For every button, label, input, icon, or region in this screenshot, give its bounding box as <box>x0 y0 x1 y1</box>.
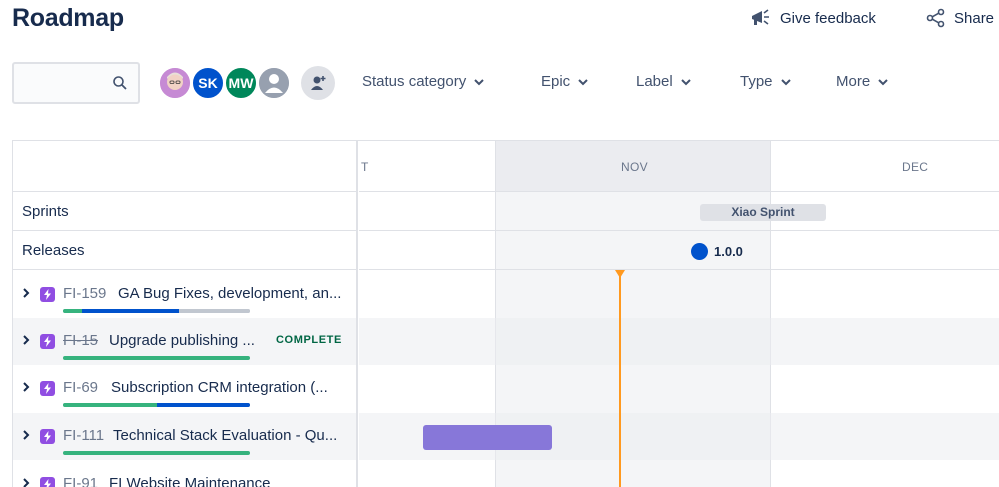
filter-status-category-label: Status category <box>362 73 467 90</box>
share-button[interactable]: Share <box>926 8 994 28</box>
chevron-down-icon <box>878 78 888 85</box>
avatar-initials: SK <box>198 75 218 91</box>
issue-key[interactable]: FI-69 <box>63 379 98 396</box>
releases-label: Releases <box>22 242 85 259</box>
avatar-sk[interactable]: SK <box>191 66 225 100</box>
sprints-row[interactable]: Sprints <box>13 192 356 231</box>
issue-key[interactable]: FI-111 <box>63 427 104 444</box>
epic-icon <box>40 477 55 487</box>
issue-row-fi-91[interactable]: FI-91 FI Website Maintenance <box>13 461 356 487</box>
timeline-row <box>359 365 999 412</box>
timeline-area: T NOV DEC Xiao Sprint 1.0.0 <box>359 141 999 487</box>
filter-more[interactable]: More <box>836 73 888 90</box>
issue-key[interactable]: FI-159 <box>63 285 106 302</box>
timeline-row <box>359 271 999 318</box>
progress-done <box>63 451 250 455</box>
issue-row-fi-159[interactable]: FI-159 GA Bug Fixes, development, an... <box>13 271 356 318</box>
chevron-right-icon[interactable] <box>22 287 30 299</box>
chevron-right-icon[interactable] <box>22 334 30 346</box>
issue-title[interactable]: FI Website Maintenance <box>109 475 270 487</box>
timeline-sprints-row <box>359 192 999 231</box>
filter-epic[interactable]: Epic <box>541 73 588 90</box>
issue-list-header <box>13 141 356 192</box>
issue-row-fi-15[interactable]: FI-15 Upgrade publishing ... COMPLETE <box>13 318 356 365</box>
progress-done <box>63 309 82 313</box>
epic-icon <box>40 381 55 396</box>
add-people-button[interactable] <box>301 66 335 100</box>
progress-in-progress <box>156 403 250 407</box>
avatar-default[interactable] <box>257 66 291 100</box>
issue-title[interactable]: GA Bug Fixes, development, an... <box>118 285 341 302</box>
filter-type-label: Type <box>740 73 773 90</box>
epic-icon <box>40 287 55 302</box>
issue-bar-fi-111[interactable] <box>423 425 552 450</box>
share-icon <box>926 8 945 28</box>
issue-title[interactable]: Subscription CRM integration (... <box>111 379 328 396</box>
issue-progress-bar <box>63 451 250 455</box>
add-user-icon <box>311 76 326 90</box>
month-label-dec: DEC <box>902 160 929 174</box>
issue-title[interactable]: Upgrade publishing ... <box>109 332 255 349</box>
release-marker[interactable] <box>691 243 708 260</box>
progress-done <box>63 356 250 360</box>
search-field[interactable] <box>12 62 140 104</box>
search-icon <box>113 76 127 90</box>
chevron-right-icon[interactable] <box>22 381 30 393</box>
share-label: Share <box>954 9 995 27</box>
filter-status-category[interactable]: Status category <box>362 73 484 90</box>
chevron-down-icon <box>780 78 791 85</box>
chevron-right-icon[interactable] <box>22 477 30 487</box>
roadmap-grid: T NOV DEC Xiao Sprint 1.0.0 Sprints Rele… <box>12 140 999 487</box>
issue-key[interactable]: FI-91 <box>63 475 98 487</box>
give-feedback-label: Give feedback <box>780 9 876 27</box>
megaphone-icon <box>752 9 769 25</box>
progress-todo <box>178 309 250 313</box>
chevron-down-icon <box>474 78 484 85</box>
filter-epic-label: Epic <box>541 73 571 90</box>
chevron-down-icon <box>680 78 691 85</box>
issue-title[interactable]: Technical Stack Evaluation - Qu... <box>113 427 337 444</box>
progress-in-progress <box>81 309 179 313</box>
issue-row-fi-69[interactable]: FI-69 Subscription CRM integration (... <box>13 365 356 412</box>
month-label-oct: T <box>361 160 369 174</box>
search-input[interactable] <box>14 64 114 102</box>
chevron-right-icon[interactable] <box>22 429 30 441</box>
sprint-chip[interactable]: Xiao Sprint <box>700 204 826 221</box>
filter-label-label: Label <box>636 73 673 90</box>
page-title: Roadmap <box>12 4 124 32</box>
issue-progress-bar <box>63 403 250 407</box>
timeline-header: T NOV DEC <box>359 141 999 192</box>
issue-progress-bar <box>63 309 250 313</box>
release-label[interactable]: 1.0.0 <box>714 244 743 259</box>
today-line <box>619 274 621 487</box>
status-lozenge: COMPLETE <box>276 334 342 346</box>
issue-key[interactable]: FI-15 <box>63 332 98 349</box>
chevron-down-icon <box>578 78 588 85</box>
user-photo-icon <box>160 68 190 98</box>
filter-more-label: More <box>836 73 871 90</box>
avatar-initials: MW <box>228 75 254 91</box>
issue-progress-bar <box>63 356 250 360</box>
epic-icon <box>40 334 55 349</box>
filter-type[interactable]: Type <box>740 73 791 90</box>
issue-row-fi-111[interactable]: FI-111 Technical Stack Evaluation - Qu..… <box>13 413 356 460</box>
epic-icon <box>40 429 55 444</box>
avatar-mw[interactable]: MW <box>224 66 258 100</box>
give-feedback-button[interactable]: Give feedback <box>750 8 876 28</box>
filter-label[interactable]: Label <box>636 73 691 90</box>
sprints-label: Sprints <box>22 203 69 220</box>
timeline-releases-row <box>359 231 999 270</box>
timeline-row <box>359 461 999 487</box>
issue-list: Sprints Releases FI-159 GA Bug Fixes, de… <box>13 141 358 487</box>
timeline-row <box>359 318 999 365</box>
avatar-user-photo[interactable] <box>158 66 192 100</box>
progress-done <box>63 403 157 407</box>
releases-row[interactable]: Releases <box>13 231 356 270</box>
month-label-nov: NOV <box>621 160 648 174</box>
user-icon <box>259 68 289 98</box>
